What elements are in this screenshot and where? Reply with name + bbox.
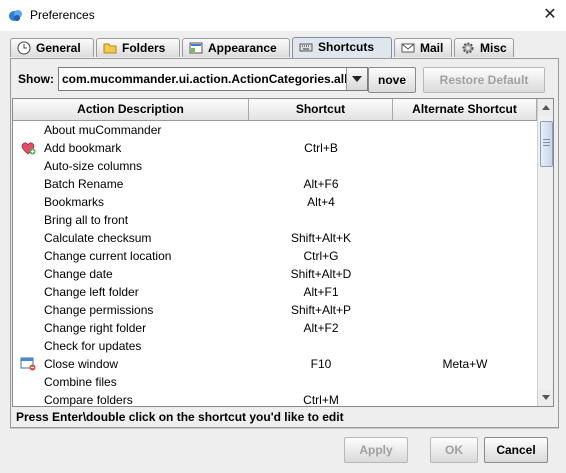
table-row[interactable]: Check for updates [13, 337, 537, 355]
keyboard-icon [299, 43, 313, 52]
tab-mail[interactable]: Mail [394, 38, 452, 57]
cancel-button[interactable]: Cancel [484, 437, 548, 463]
clock-icon [17, 41, 31, 55]
remove-button[interactable]: nove [368, 67, 416, 93]
tab-shortcuts[interactable]: Shortcuts [292, 37, 392, 58]
table-row[interactable]: Combine files [13, 373, 537, 391]
table-row[interactable]: Bring all to front [13, 211, 537, 229]
table-header: Action Description Shortcut Alternate Sh… [13, 99, 537, 121]
table-row[interactable]: Auto-size columns [13, 157, 537, 175]
ok-button[interactable]: OK [430, 437, 478, 463]
table-row[interactable]: About muCommander [13, 121, 537, 139]
category-combobox[interactable]: com.mucommander.ui.action.ActionCategori… [58, 67, 368, 91]
app-icon [9, 10, 22, 21]
title-bar: Preferences ✕ [0, 0, 566, 31]
divider [10, 428, 559, 429]
scrollbar-thumb[interactable] [540, 121, 553, 167]
table-row[interactable]: Batch Rename Alt+F6 [13, 175, 537, 193]
scroll-down-arrow-icon[interactable] [538, 389, 553, 406]
mail-icon [401, 43, 415, 53]
tab-appearance[interactable]: Appearance [182, 38, 290, 57]
table-row[interactable]: Compare folders Ctrl+M [13, 391, 537, 406]
table-row[interactable]: Calculate checksum Shift+Alt+K [13, 229, 537, 247]
table-row[interactable]: Change current location Ctrl+G [13, 247, 537, 265]
table-row[interactable]: Bookmarks Alt+4 [13, 193, 537, 211]
close-window-icon [20, 357, 36, 371]
table-row[interactable]: Add bookmark Ctrl+B [13, 139, 537, 157]
table-row[interactable]: Change right folder Alt+F2 [13, 319, 537, 337]
window-title: Preferences [30, 8, 95, 22]
status-hint: Press Enter\double click on the shortcut… [16, 410, 344, 424]
restore-default-button[interactable]: Restore Default [423, 67, 545, 93]
table-row[interactable]: Change permissions Shift+Alt+P [13, 301, 537, 319]
table-body: About muCommander Add bookmark Ctrl+B Aut… [13, 121, 537, 406]
table-scrollbar[interactable] [537, 99, 553, 406]
gear-icon [462, 42, 474, 54]
column-header-action-description[interactable]: Action Description [13, 99, 249, 120]
column-header-shortcut[interactable]: Shortcut [249, 99, 393, 120]
column-header-alternate-shortcut[interactable]: Alternate Shortcut [393, 99, 537, 120]
appearance-icon [189, 42, 203, 54]
apply-button[interactable]: Apply [344, 437, 408, 463]
show-label: Show: [18, 72, 54, 86]
table-row[interactable]: Change left folder Alt+F1 [13, 283, 537, 301]
chevron-down-icon[interactable] [346, 68, 367, 90]
scroll-up-arrow-icon[interactable] [538, 99, 553, 116]
table-row[interactable]: Close window F10 Meta+W [13, 355, 537, 373]
tab-general[interactable]: General [10, 38, 94, 57]
table-row[interactable]: Change date Shift+Alt+D [13, 265, 537, 283]
tab-folders[interactable]: Folders [96, 38, 180, 57]
tab-misc[interactable]: Misc [454, 38, 514, 57]
shortcuts-table: Action Description Shortcut Alternate Sh… [12, 98, 554, 407]
category-value: com.mucommander.ui.action.ActionCategori… [62, 72, 348, 86]
folder-icon [103, 43, 117, 54]
close-window-button[interactable]: ✕ [536, 4, 564, 26]
bookmark-add-icon [21, 142, 36, 155]
